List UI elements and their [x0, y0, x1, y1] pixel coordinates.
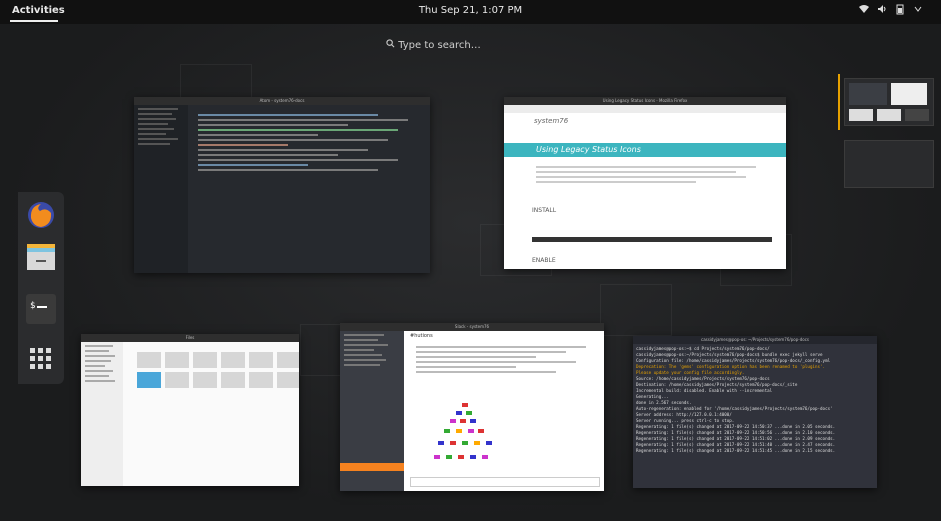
top-bar: Activities Thu Sep 21, 1:07 PM: [0, 0, 941, 24]
terminal-window-title: cassidyjames@pop-os: ~/Projects/system76…: [633, 336, 877, 344]
chat-channel: #hutions: [410, 333, 433, 339]
workspace-1-thumbnail[interactable]: [844, 78, 934, 126]
power-icon[interactable]: [913, 4, 923, 15]
editor-window[interactable]: Atom - system76-docs: [134, 97, 430, 273]
chat-window[interactable]: Slack - system76 #hutions: [340, 323, 604, 491]
files-window-title: Files: [81, 334, 299, 342]
chat-sidebar: [340, 331, 404, 491]
workspace-active-indicator: [838, 74, 840, 130]
chat-window-title: Slack - system76: [340, 323, 604, 331]
volume-icon[interactable]: [877, 4, 887, 15]
clock[interactable]: Thu Sep 21, 1:07 PM: [0, 5, 941, 16]
chat-image: [426, 401, 506, 473]
browser-section-install: INSTALL: [532, 207, 557, 214]
browser-window-title: Using Legacy Status Icons - Mozilla Fire…: [504, 97, 786, 105]
editor-code: [194, 111, 424, 174]
browser-brand: system76: [534, 117, 569, 125]
search-field[interactable]: Type to search…: [386, 39, 481, 51]
editor-tree: [134, 105, 188, 273]
browser-section-enable: ENABLE: [532, 257, 556, 264]
browser-window[interactable]: Using Legacy Status Icons - Mozilla Fire…: [504, 97, 786, 269]
terminal-window[interactable]: cassidyjames@pop-os: ~/Projects/system76…: [633, 336, 877, 488]
terminal-line: Regenerating: 1 file(s) changed at 2017-…: [636, 448, 836, 453]
editor-window-title: Atom - system76-docs: [134, 97, 430, 105]
files-sidebar: [81, 342, 123, 486]
browser-body: [532, 163, 762, 186]
search-icon: [386, 39, 398, 51]
browser-heading-bar: Using Legacy Status Icons: [504, 143, 786, 157]
app-grid-icon[interactable]: [24, 342, 58, 376]
firefox-icon[interactable]: [24, 198, 58, 232]
files-window[interactable]: Files: [81, 334, 299, 486]
terminal-icon[interactable]: $: [24, 292, 58, 326]
network-icon[interactable]: [859, 4, 869, 15]
system-tray[interactable]: [859, 4, 923, 15]
files-grid: [137, 352, 299, 388]
browser-heading: Using Legacy Status Icons: [536, 145, 641, 154]
activities-underline: [10, 20, 58, 22]
terminal-output: cassidyjames@pop-os:~$ cd Projects/syste…: [636, 346, 835, 454]
files-icon[interactable]: [24, 240, 58, 274]
chat-messages: [412, 343, 592, 376]
dock: $: [18, 192, 64, 384]
svg-text:$: $: [30, 301, 35, 311]
battery-icon[interactable]: [895, 4, 905, 15]
search-placeholder: Type to search…: [398, 40, 481, 51]
workspace-2-thumbnail[interactable]: [844, 140, 934, 188]
